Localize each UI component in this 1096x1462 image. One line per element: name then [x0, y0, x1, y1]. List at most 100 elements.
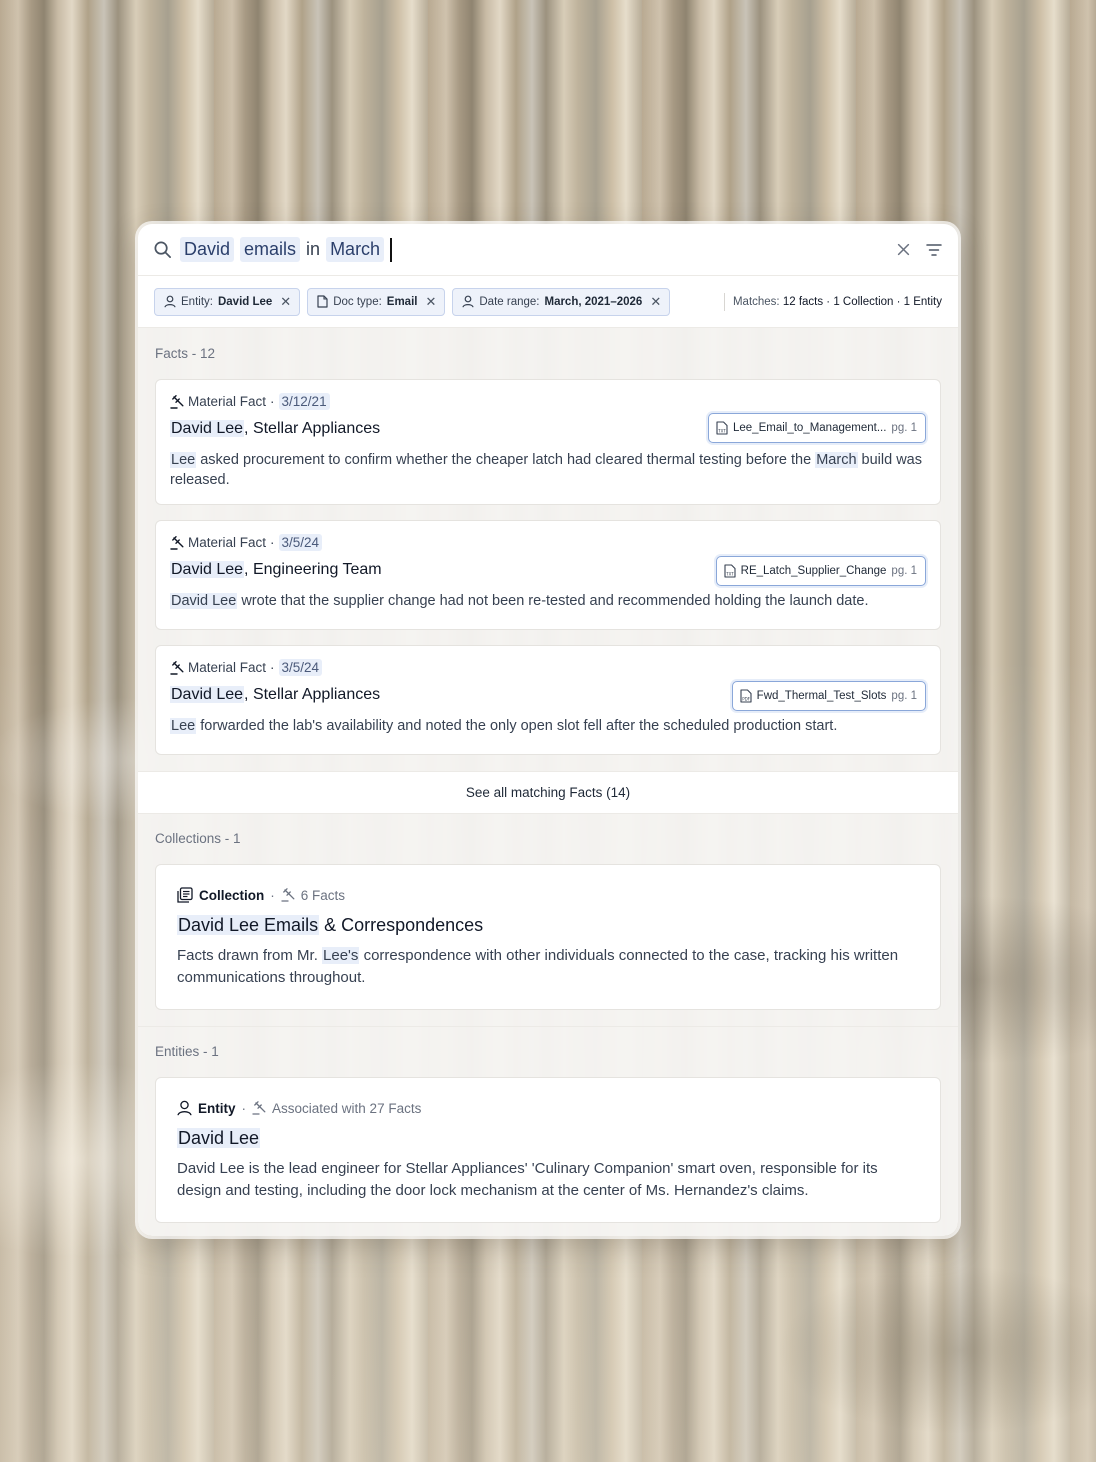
person-icon: [462, 295, 474, 308]
query-token: emails: [240, 237, 301, 262]
search-results-panel: David emails in March Entity: David Lee …: [138, 224, 958, 1236]
matches-value: 12 facts · 1 Collection · 1 Entity: [782, 295, 942, 308]
filter-chip-entity[interactable]: Entity: David Lee ✕: [154, 287, 301, 316]
fact-meta: Material Fact · 3/5/24: [170, 659, 926, 676]
collection-kind: Collection: [199, 887, 265, 903]
pdf-file-icon: PDF: [740, 689, 752, 703]
collections-section: Collections - 1 Collection · 6 Facts Dav…: [138, 814, 958, 1027]
person-icon: [177, 1100, 192, 1116]
search-icon: [152, 240, 172, 260]
entity-card[interactable]: Entity · Associated with 27 Facts David …: [155, 1077, 941, 1223]
fact-type: Material Fact: [188, 660, 267, 675]
body-text: Facts drawn from Mr.: [177, 947, 323, 964]
chip-label: Entity:: [181, 295, 213, 308]
remove-chip-icon[interactable]: ✕: [425, 295, 436, 308]
fact-card[interactable]: Material Fact · 3/12/21 David Lee, Stell…: [155, 379, 941, 505]
chip-value: March, 2021–2026: [544, 295, 643, 308]
body-highlight: Lee's: [322, 947, 360, 964]
source-document-link[interactable]: TXT RE_Latch_Supplier_Change pg. 1: [715, 556, 926, 586]
entity-description: David Lee is the lead engineer for Stell…: [177, 1160, 878, 1199]
fact-date: 3/12/21: [278, 393, 330, 410]
filter-chip-date-range[interactable]: Date range: March, 2021–2026 ✕: [452, 287, 671, 316]
collections-section-label: Collections - 1: [155, 831, 241, 846]
entity-kind: Entity: [198, 1100, 236, 1116]
fact-body: Lee forwarded the lab's availability and…: [170, 716, 926, 736]
txt-file-icon: TXT: [724, 564, 736, 578]
meta-separator: ·: [270, 887, 275, 903]
fact-date: 3/5/24: [278, 534, 323, 551]
matches-label: Matches:: [732, 295, 780, 308]
gavel-icon: [170, 535, 184, 550]
chip-label: Date range:: [479, 295, 540, 308]
fact-body: David Lee wrote that the supplier change…: [170, 591, 926, 611]
collection-description: Facts drawn from Mr. Lee's correspondenc…: [177, 945, 919, 989]
facts-section: Facts - 12 Material Fact · 3/12/21 David…: [138, 328, 958, 786]
fact-date: 3/5/24: [278, 659, 323, 676]
fact-type: Material Fact: [188, 394, 267, 409]
query-token: in: [306, 239, 321, 259]
document-icon: [317, 295, 328, 308]
source-document-link[interactable]: TXT Lee_Email_to_Management... pg. 1: [707, 413, 926, 443]
person-icon: [164, 295, 176, 308]
fact-title-rest: , Stellar Appliances: [244, 686, 381, 703]
collection-meta: Collection · 6 Facts: [177, 887, 919, 903]
close-icon[interactable]: [897, 243, 910, 256]
chip-value: Email: [386, 295, 418, 308]
entity-title: David Lee: [177, 1128, 919, 1149]
fact-title-name: David Lee: [170, 561, 245, 578]
document-name: Lee_Email_to_Management...: [732, 422, 887, 434]
matches-summary: Matches: 12 facts · 1 Collection · 1 Ent…: [723, 292, 942, 311]
gavel-icon: [170, 394, 184, 409]
body-text: forwarded the lab's availability and not…: [196, 718, 838, 734]
svg-text:PDF: PDF: [742, 697, 750, 702]
chip-value: David Lee: [217, 295, 273, 308]
fact-type: Material Fact: [188, 535, 267, 550]
collection-title-rest: & Correspondences: [319, 915, 484, 935]
collection-title: David Lee Emails & Correspondences: [177, 915, 919, 936]
meta-separator: ·: [270, 535, 275, 550]
query-token: March: [326, 237, 385, 262]
entity-meta: Entity · Associated with 27 Facts: [177, 1100, 919, 1116]
fact-meta: Material Fact · 3/5/24: [170, 534, 926, 551]
body-text: wrote that the supplier change had not b…: [237, 593, 869, 609]
remove-chip-icon[interactable]: ✕: [280, 295, 291, 308]
meta-separator: ·: [241, 1100, 247, 1116]
collection-card[interactable]: Collection · 6 Facts David Lee Emails & …: [155, 864, 941, 1010]
gavel-icon: [252, 1101, 266, 1115]
entities-section: Entities - 1 Entity · Associated with 27…: [138, 1027, 958, 1223]
body-highlight: Lee: [170, 452, 197, 468]
filter-lines-icon[interactable]: [926, 243, 942, 257]
document-name: Fwd_Thermal_Test_Slots: [756, 690, 887, 702]
search-input[interactable]: David emails in March: [180, 237, 897, 262]
filter-chip-doc-type[interactable]: Doc type: Email ✕: [307, 287, 446, 316]
fact-card[interactable]: Material Fact · 3/5/24 David Lee, Engine…: [155, 520, 941, 630]
fact-title-rest: , Engineering Team: [244, 561, 382, 578]
fact-meta: Material Fact · 3/12/21: [170, 393, 926, 410]
meta-separator: ·: [270, 394, 275, 409]
chip-label: Doc type:: [333, 295, 382, 308]
txt-file-icon: TXT: [716, 421, 728, 435]
fact-title-name: David Lee: [170, 686, 245, 703]
see-all-facts-button[interactable]: See all matching Facts (14): [138, 771, 958, 814]
collection-fact-count: 6 Facts: [300, 887, 346, 903]
search-bar[interactable]: David emails in March: [138, 224, 958, 276]
gavel-icon: [281, 888, 295, 902]
entities-section-label: Entities - 1: [155, 1044, 219, 1059]
page-number: pg. 1: [891, 422, 917, 434]
document-name: RE_Latch_Supplier_Change: [740, 565, 887, 577]
remove-chip-icon[interactable]: ✕: [650, 295, 661, 308]
query-token: David: [180, 237, 235, 262]
body-highlight: March: [815, 452, 858, 468]
source-document-link[interactable]: PDF Fwd_Thermal_Test_Slots pg. 1: [731, 681, 926, 711]
page-number: pg. 1: [891, 690, 917, 702]
page-number: pg. 1: [891, 565, 917, 577]
fact-card[interactable]: Material Fact · 3/5/24 David Lee, Stella…: [155, 645, 941, 755]
entity-name: David Lee: [177, 1128, 261, 1148]
fact-title-name: David Lee: [170, 420, 245, 437]
text-caret: [390, 237, 392, 262]
body-highlight: Lee: [170, 718, 197, 734]
body-text: asked procurement to confirm whether the…: [196, 452, 816, 468]
fact-title-rest: , Stellar Appliances: [244, 420, 381, 437]
fact-body: Lee asked procurement to confirm whether…: [170, 450, 926, 490]
gavel-icon: [170, 660, 184, 675]
